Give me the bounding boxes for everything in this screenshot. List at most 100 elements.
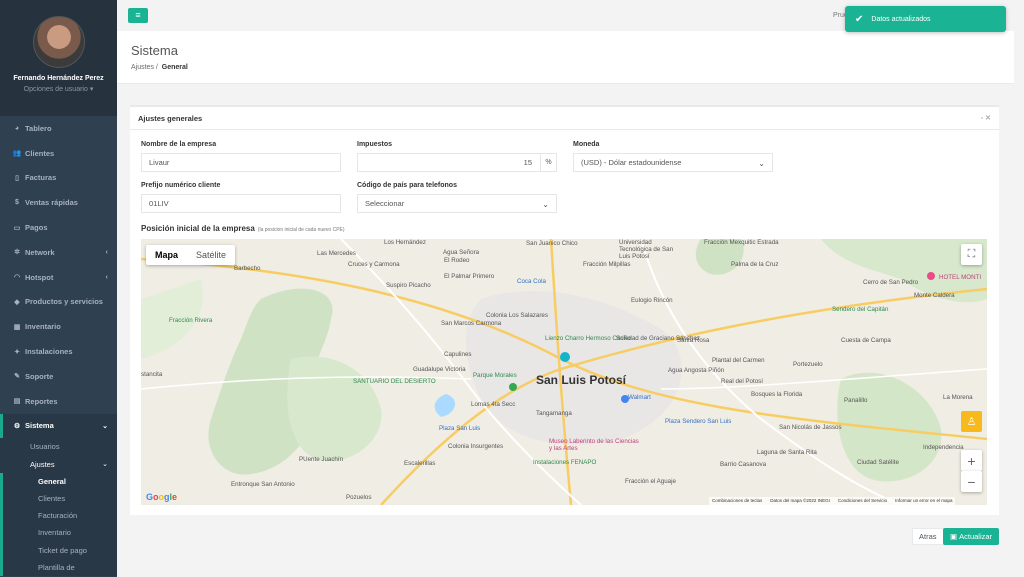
nav-item-network[interactable]: ✲ Network ‹ bbox=[0, 240, 117, 265]
breadcrumb-ajustes[interactable]: Ajustes bbox=[131, 64, 154, 71]
wrench-icon: ✦ bbox=[14, 348, 20, 356]
street-view-pegman[interactable]: ♙ bbox=[961, 411, 982, 432]
map-label: Eulogio Rincón bbox=[631, 297, 673, 304]
map-label: Portezuelo bbox=[793, 361, 823, 368]
fullscreen-button[interactable]: ⛶ bbox=[961, 244, 982, 265]
nav-item-pagos[interactable]: ▭ Pagos bbox=[0, 215, 117, 240]
client-prefix-input[interactable]: 01LIV bbox=[141, 194, 341, 213]
zoom-out-button[interactable]: − bbox=[961, 471, 982, 492]
map-label: Fracción Mexquitic Estrada bbox=[704, 239, 779, 246]
map-label: Entronque San Antonio bbox=[231, 481, 295, 488]
water-body bbox=[434, 394, 456, 417]
map-label: Capulines bbox=[444, 351, 472, 358]
sub-sub-item-plantilla[interactable]: Plantilla de bbox=[0, 558, 117, 576]
currency-value: (USD) - Dólar estadounidense bbox=[581, 158, 682, 167]
nav-item-ventas[interactable]: $ Ventas rápidas bbox=[0, 190, 117, 215]
back-button[interactable]: Atras bbox=[912, 528, 944, 545]
settings-panel: Ajustes generales ▫ ✕ Nombre de la empre… bbox=[130, 105, 999, 515]
map-tab-satelite[interactable]: Satélite bbox=[187, 245, 235, 265]
currency-select[interactable]: (USD) - Dólar estadounidense ⌄ bbox=[573, 153, 773, 172]
avatar[interactable] bbox=[32, 16, 85, 68]
map-label: Universidad Tecnológica de San Luis Poto… bbox=[619, 239, 674, 260]
breadcrumb-current: General bbox=[161, 64, 188, 71]
profile-section: Fernando Hernández Perez Opciones de usu… bbox=[0, 0, 117, 116]
nav-item-instalaciones[interactable]: ✦ Instalaciones bbox=[0, 339, 117, 364]
map-label: Suspiro Picacho bbox=[386, 282, 431, 289]
phone-code-select[interactable]: Seleccionar ⌄ bbox=[357, 194, 557, 213]
wifi-icon: ◠ bbox=[13, 274, 21, 282]
file-icon: ▯ bbox=[15, 174, 19, 182]
map-label: San Nicolás de Jassos bbox=[779, 424, 842, 431]
sub-sub-item-inventario[interactable]: Inventario bbox=[0, 524, 117, 542]
google-logo: Google bbox=[146, 492, 178, 502]
terms-link[interactable]: Condiciones del Servicio bbox=[838, 498, 887, 504]
keyboard-shortcuts-link[interactable]: Combinaciones de teclas bbox=[712, 498, 762, 504]
map-tab-mapa[interactable]: Mapa bbox=[146, 245, 187, 265]
map-label: El Rodeo bbox=[444, 257, 470, 264]
person-icon: ♙ bbox=[966, 416, 977, 428]
sub-sub-item-facturacion[interactable]: Facturación bbox=[0, 507, 117, 525]
collapse-icon[interactable]: ▫ bbox=[981, 115, 983, 122]
map-label: Fracción Rivera bbox=[169, 317, 213, 324]
map-label: Lomas 4ta Secc bbox=[471, 401, 516, 408]
map-pin[interactable] bbox=[509, 383, 517, 391]
map-type-control: Mapa Satélite bbox=[146, 245, 236, 265]
map-label: La Morena bbox=[943, 394, 973, 401]
map-city-label: San Luis Potosí bbox=[536, 373, 627, 387]
map-label: Sendero del Capitán bbox=[832, 306, 889, 313]
nav-item-tablero[interactable]: ◕ Tablero bbox=[0, 116, 117, 141]
panel-title: Ajustes generales bbox=[138, 114, 203, 123]
nav-item-reportes[interactable]: ▤ Reportes bbox=[0, 389, 117, 414]
percent-addon: % bbox=[540, 154, 556, 171]
map-label: El Palmar Primero bbox=[444, 273, 495, 280]
map-label: Palma de la Cruz bbox=[731, 261, 779, 268]
sub-sub-item-clientes[interactable]: Clientes bbox=[0, 489, 117, 508]
sub-sub-item-ticket[interactable]: Ticket de pago bbox=[0, 541, 117, 559]
map-pin[interactable] bbox=[560, 352, 570, 362]
map-label: Colonia Los Salazares bbox=[486, 312, 548, 319]
update-button[interactable]: ▣ Actualizar bbox=[943, 528, 999, 545]
close-icon[interactable]: ✕ bbox=[985, 115, 991, 122]
nav-item-productos[interactable]: ◆ Productos y servicios bbox=[0, 290, 117, 315]
nav-item-inventario[interactable]: ▦ Inventario bbox=[0, 314, 117, 339]
nav-item-sistema[interactable]: ⚙ Sistema ⌄ bbox=[0, 413, 117, 439]
nav-item-soporte[interactable]: ✎ Soporte bbox=[0, 364, 117, 389]
map-label: San Marcos Carmona bbox=[441, 320, 502, 327]
nav-item-hotspot[interactable]: ◠ Hotspot ‹ bbox=[0, 265, 117, 290]
map-label: Tangamanga bbox=[536, 410, 572, 417]
map-label: Plantal del Carmen bbox=[712, 357, 765, 364]
map-label: Los Hernández bbox=[384, 239, 426, 246]
map-label: Bosques la Florida bbox=[751, 391, 803, 398]
chevron-down-icon: ⌄ bbox=[542, 200, 549, 209]
taxes-input[interactable]: 15 % bbox=[357, 153, 557, 172]
map-attribution: Combinaciones de teclas Datos del mapa ©… bbox=[709, 497, 956, 505]
sub-item-ajustes[interactable]: Ajustes ⌄ bbox=[0, 456, 117, 473]
users-icon: 👥 bbox=[12, 150, 22, 158]
map-hint: (la posicion inicial de cada nuevo CPE) bbox=[257, 227, 345, 233]
map-label: Ciudad Satélite bbox=[857, 459, 899, 466]
map-label: Monte Caldera bbox=[914, 292, 955, 299]
minus-icon: − bbox=[967, 473, 976, 490]
map-label: Barbecho bbox=[234, 265, 261, 272]
sub-sub-item-general[interactable]: General bbox=[0, 472, 117, 490]
company-name-input[interactable]: Livaur bbox=[141, 153, 341, 172]
map-label: Agua Señora bbox=[443, 249, 480, 256]
nav-item-clientes[interactable]: 👥 Clientes bbox=[0, 141, 117, 166]
map-widget[interactable]: Mapa Satélite ⛶ ♙ + − Barbecho Las Merce… bbox=[141, 239, 987, 505]
sub-item-usuarios[interactable]: Usuarios bbox=[0, 438, 117, 455]
map-label: Santa Rosa bbox=[677, 337, 710, 344]
map-label: Instalaciones FENAPO bbox=[533, 459, 597, 466]
currency-label: Moneda bbox=[573, 141, 600, 148]
map-label: Pozuelos bbox=[346, 494, 372, 501]
report-error-link[interactable]: Informar un error en el mapa bbox=[895, 498, 952, 504]
nav-item-facturas[interactable]: ▯ Facturas bbox=[0, 166, 117, 191]
hamburger-menu-button[interactable]: ≡ bbox=[128, 8, 148, 23]
page-heading: Sistema Ajustes / General bbox=[117, 31, 1014, 84]
user-options-dropdown[interactable]: Opciones de usuario ▾ bbox=[0, 85, 117, 93]
success-toast[interactable]: ✔ Datos actualizados bbox=[845, 6, 1006, 32]
zoom-in-button[interactable]: + bbox=[961, 450, 982, 471]
map-pin[interactable] bbox=[927, 272, 935, 280]
map-label: Walmart bbox=[628, 394, 651, 401]
map-label: Barrio Casanova bbox=[720, 461, 767, 468]
map-label: PUente Juachín bbox=[299, 456, 344, 463]
